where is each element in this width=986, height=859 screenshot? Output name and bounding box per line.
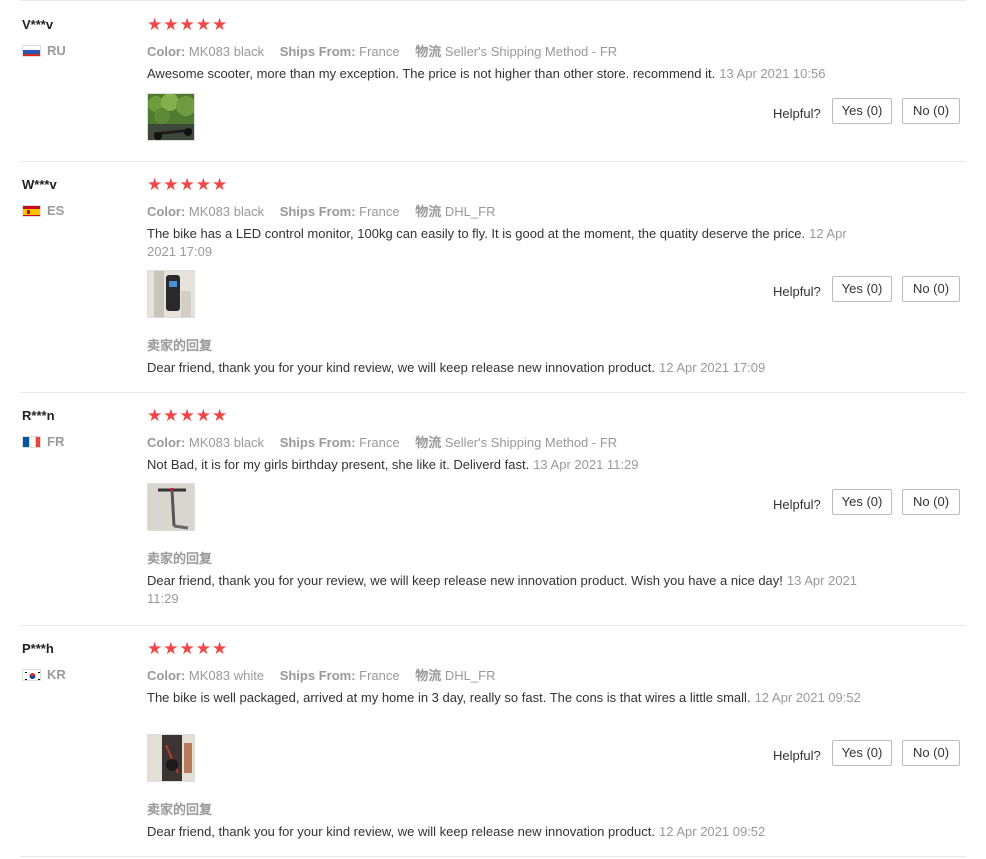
review-photo[interactable] [147,270,195,318]
reviewer-name: R***n [22,408,55,423]
review-photo[interactable] [147,483,195,531]
reviewer-country: FR [22,434,64,449]
helpful-yes-button[interactable]: Yes (0) [832,276,892,302]
spain-flag-icon [22,204,41,217]
reviewer-country: RU [22,43,66,58]
reviewer-name: W***v [22,177,57,192]
review-date: 13 Apr 2021 10:56 [719,66,826,81]
review-meta: Color: MK083 white Ships From: France 物流… [147,665,495,684]
review-date: 13 Apr 2021 11:29 [533,457,639,472]
review-divider [20,625,966,626]
helpful-yes-button[interactable]: Yes (0) [832,98,892,124]
color-label: Color: [147,668,186,683]
seller-reply-title: 卖家的回复 [147,338,213,353]
review-photo[interactable] [147,93,195,141]
russia-flag-icon [22,44,41,57]
reviewer-name: V***v [22,17,54,32]
color-label: Color: [147,204,186,219]
review-divider [20,392,966,393]
logistics-value: Seller's Shipping Method - FR [444,435,618,450]
review-divider [20,856,966,857]
logistics-label: 物流 [415,668,442,683]
review-date: 12 Apr 2021 09:52 [754,690,861,705]
logistics-value: DHL_FR [444,668,496,683]
rating-stars: ★★★★★ [147,406,229,425]
ships-from-value: France [359,204,400,219]
helpful-yes-button[interactable]: Yes (0) [832,489,892,515]
review-text: Not Bad, it is for my girls birthday pre… [147,456,862,474]
review-body: Not Bad, it is for my girls birthday pre… [147,457,530,472]
ships-from-label: Ships From: [279,435,356,450]
review-body: Awesome scooter, more than my exception.… [147,66,716,81]
helpful-no-button[interactable]: No (0) [902,98,960,124]
ships-from-label: Ships From: [279,668,356,683]
south-korea-flag-icon [22,668,41,681]
logistics-value: Seller's Shipping Method - FR [444,44,618,59]
seller-reply: Dear friend, thank you for your kind rev… [147,823,862,841]
helpful-label: Helpful? [773,497,821,512]
reviewer-name: P***h [22,641,54,656]
color-value: MK083 black [188,44,265,59]
ships-from-value: France [359,44,400,59]
color-value: MK083 black [188,204,265,219]
review-divider [20,161,966,162]
seller-reply-text: Dear friend, thank you for your kind rev… [147,360,655,375]
review-meta: Color: MK083 black Ships From: France 物流… [147,432,617,451]
reviewer-country: ES [22,203,64,218]
ships-from-label: Ships From: [279,204,356,219]
country-code: FR [47,434,65,449]
rating-stars: ★★★★★ [147,175,229,194]
review-text: Awesome scooter, more than my exception.… [147,65,862,83]
ships-from-value: France [359,668,400,683]
country-code: ES [47,203,65,218]
color-label: Color: [147,44,186,59]
rating-stars: ★★★★★ [147,639,229,658]
logistics-label: 物流 [415,435,442,450]
seller-reply-text: Dear friend, thank you for your kind rev… [147,824,655,839]
france-flag-icon [22,435,41,448]
review-divider [20,0,966,1]
seller-reply-text: Dear friend, thank you for your review, … [147,573,783,588]
helpful-yes-button[interactable]: Yes (0) [832,740,892,766]
reviewer-country: KR [22,667,66,682]
color-value: MK083 white [188,668,265,683]
review-meta: Color: MK083 black Ships From: France 物流… [147,201,495,220]
helpful-label: Helpful? [773,284,821,299]
review-text: The bike is well packaged, arrived at my… [147,689,862,707]
seller-reply: Dear friend, thank you for your review, … [147,572,862,608]
seller-reply-title: 卖家的回复 [147,551,213,566]
logistics-label: 物流 [415,44,442,59]
helpful-no-button[interactable]: No (0) [902,276,960,302]
review-text: The bike has a LED control monitor, 100k… [147,225,862,261]
seller-reply-title: 卖家的回复 [147,802,213,817]
rating-stars: ★★★★★ [147,15,229,34]
logistics-label: 物流 [415,204,442,219]
country-code: KR [47,667,66,682]
seller-reply: Dear friend, thank you for your kind rev… [147,359,862,377]
review-meta: Color: MK083 black Ships From: France 物流… [147,41,617,60]
ships-from-value: France [359,435,400,450]
helpful-no-button[interactable]: No (0) [902,740,960,766]
review-body: The bike is well packaged, arrived at my… [147,690,751,705]
helpful-label: Helpful? [773,748,821,763]
helpful-label: Helpful? [773,106,821,121]
seller-reply-date: 12 Apr 2021 09:52 [659,824,766,839]
seller-reply-date: 12 Apr 2021 17:09 [659,360,766,375]
ships-from-label: Ships From: [279,44,356,59]
color-label: Color: [147,435,186,450]
country-code: RU [47,43,66,58]
helpful-no-button[interactable]: No (0) [902,489,960,515]
logistics-value: DHL_FR [444,204,496,219]
review-photo[interactable] [147,734,195,782]
review-body: The bike has a LED control monitor, 100k… [147,226,806,241]
color-value: MK083 black [188,435,265,450]
